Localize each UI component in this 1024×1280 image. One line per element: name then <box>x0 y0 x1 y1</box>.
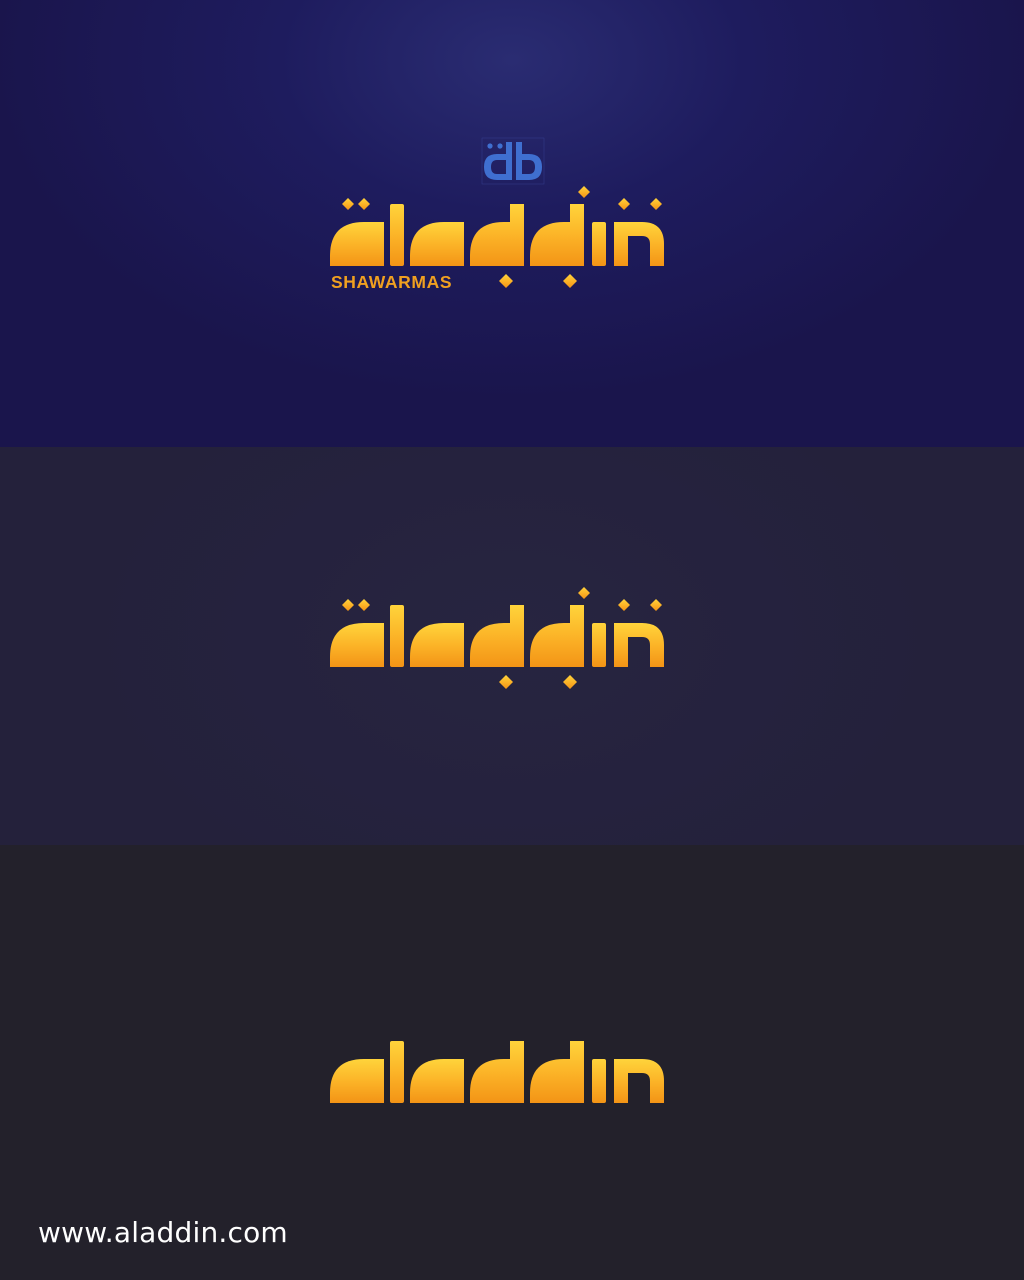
dotted-logo-panel <box>0 447 1024 845</box>
aladdin-dotted-logo <box>330 587 664 689</box>
tagline-shawarmas: SHAWARMAS <box>331 272 453 292</box>
aladdin-plain-wordmark <box>330 1041 664 1103</box>
website-url: www.aladdin.com <box>38 1216 288 1249</box>
db-monogram-icon <box>481 137 545 185</box>
aladdin-full-logo <box>330 137 664 288</box>
full-logo-panel: SHAWARMAS <box>0 0 1024 447</box>
plain-wordmark-panel <box>0 845 1024 1280</box>
